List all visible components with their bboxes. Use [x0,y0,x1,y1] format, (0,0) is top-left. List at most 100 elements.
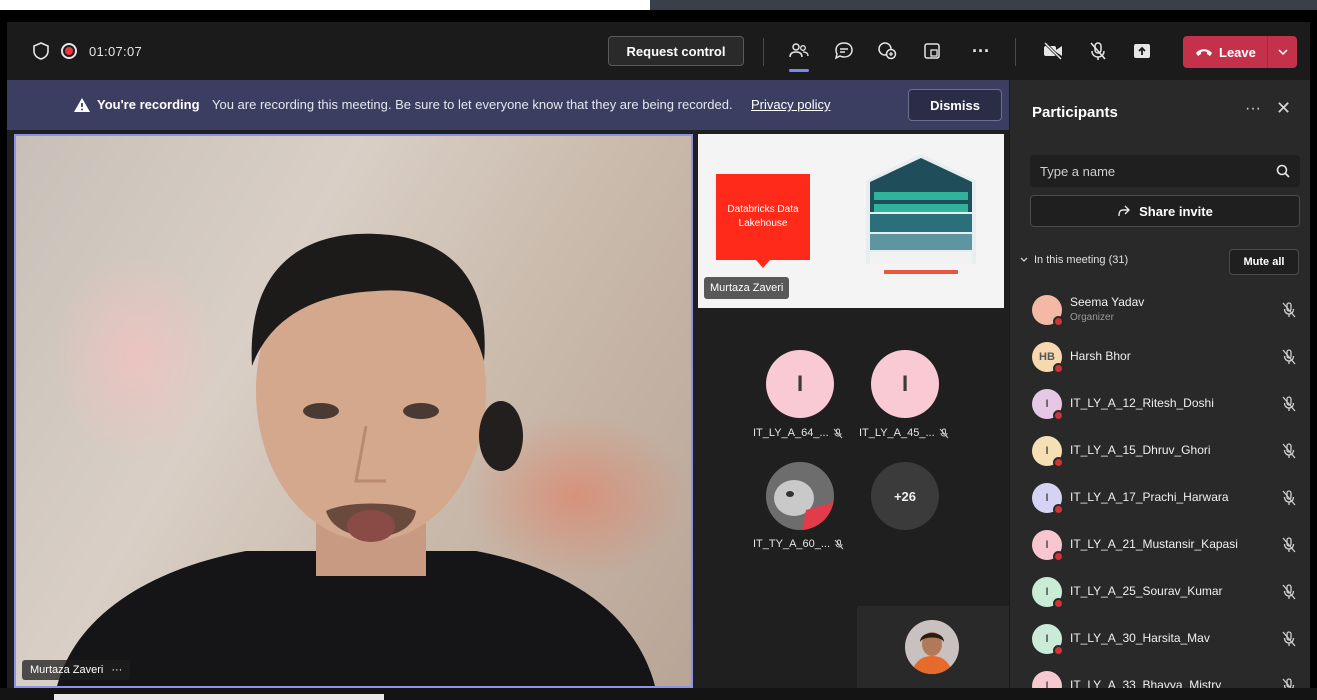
leave-label: Leave [1219,44,1256,60]
participant-row[interactable]: HB Harsh Bhor [1010,333,1311,380]
more-actions-icon[interactable]: ··· [967,37,995,65]
mic-off-icon[interactable] [1282,348,1296,365]
chevron-down-icon[interactable] [1268,49,1297,55]
in-meeting-section-header[interactable]: In this meeting (31) [1020,254,1128,266]
section-label: In this meeting (31) [1034,254,1129,266]
participant-avatar: I [1032,576,1064,609]
participant-tile-name: IT_LY_A_64_... [753,427,843,439]
reactions-icon[interactable] [873,37,901,65]
speaker-name-tag: Murtaza Zaveri ··· [22,660,131,680]
screen-edge-light [0,0,650,10]
people-icon[interactable] [785,37,813,72]
speaker-video-frame [57,233,655,686]
participant-initials: I [1045,444,1049,457]
screen-edge-bottom [0,688,1317,700]
banner-title: You're recording [97,97,200,112]
shared-content-owner: Murtaza Zaveri [704,277,790,299]
participant-row[interactable]: Seema Yadav Organizer [1010,286,1311,333]
status-badge [1053,503,1064,515]
participant-name: Seema Yadav [1070,295,1145,309]
mic-off-icon[interactable] [1084,37,1112,65]
participant-list: Seema Yadav Organizer HB Harsh Bhor I IT_LY_A… [1010,286,1311,700]
speaker-name: Murtaza Zaveri [30,664,104,676]
participant-row[interactable]: I IT_LY_A_25_Sourav_Kumar [1010,568,1311,615]
participant-initials: I [1045,632,1049,645]
recording-indicator-icon [61,43,77,59]
warning-icon [73,97,91,113]
participant-name: IT_LY_A_12_Ritesh_Doshi [1070,396,1214,410]
participant-row[interactable]: I IT_LY_A_21_Mustansir_Kapasi [1010,521,1311,568]
status-badge [1053,409,1064,421]
participant-tile-avatar[interactable]: I [871,350,939,418]
mic-off-icon[interactable] [1282,301,1296,318]
lakehouse-diagram [866,154,976,274]
shield-icon[interactable] [33,42,49,60]
participants-panel: Participants ··· ✕ Share invite In this … [1009,80,1310,700]
mic-off-icon[interactable] [1282,442,1296,459]
participant-avatar: I [1032,623,1064,656]
participant-row[interactable]: I IT_LY_A_15_Dhruv_Ghori [1010,427,1311,474]
recording-banner: You're recording You are recording this … [7,80,1009,130]
mic-off-icon [833,428,842,438]
chat-icon[interactable] [830,37,858,65]
self-avatar [905,620,959,674]
search-icon[interactable] [1276,164,1290,178]
mic-off-icon[interactable] [1282,583,1296,600]
participant-initials: I [1045,585,1049,598]
participant-row[interactable]: I IT_LY_A_12_Ritesh_Doshi [1010,380,1311,427]
share-invite-button[interactable]: Share invite [1030,195,1300,227]
leave-button[interactable]: Leave [1183,36,1297,68]
profile-photo-icon [905,620,959,674]
participant-avatar [1032,294,1064,327]
participant-search[interactable] [1030,155,1300,187]
panel-title: Participants [1032,104,1118,121]
participant-row[interactable]: I IT_LY_A_30_Harsita_Mav [1010,615,1311,662]
participant-tile-name: IT_TY_A_60_... [753,538,844,550]
share-icon [1118,205,1131,217]
meeting-timer: 01:07:07 [89,43,143,59]
request-control-button[interactable]: Request control [608,36,744,66]
status-badge [1053,362,1064,374]
more-participants-button[interactable]: +26 [871,462,939,530]
participant-avatar: I [1032,388,1064,421]
mic-off-icon[interactable] [1282,489,1296,506]
mic-off-icon[interactable] [1282,536,1296,553]
screen-edge-dark [650,0,1317,10]
share-screen-icon[interactable] [1128,37,1156,65]
rooms-icon[interactable] [918,37,946,65]
participant-initials: I [1045,538,1049,551]
privacy-policy-link[interactable]: Privacy policy [751,97,830,112]
participant-role: Organizer [1070,312,1114,323]
leave-main[interactable]: Leave [1183,45,1267,60]
meeting-status: 01:07:07 [7,42,142,60]
participant-name: IT_LY_A_25_Sourav_Kumar [1070,584,1223,598]
participant-name: IT_LY_A_17_Prachi_Harwara [1070,490,1229,504]
shared-content-tile[interactable]: Databricks Data Lakehouse Murtaza Zaveri [698,134,1004,308]
participant-initials: I [1045,397,1049,410]
mic-off-icon[interactable] [1282,630,1296,647]
teams-meeting-window: 01:07:07 Request control ··· Leave You'r… [7,22,1310,700]
participant-name: Harsh Bhor [1070,349,1131,363]
search-input[interactable] [1040,163,1276,179]
chevron-down-icon [1020,257,1028,262]
participant-initials: I [1045,491,1049,504]
participant-tile-avatar[interactable]: I [766,350,834,418]
close-icon[interactable]: ✕ [1276,98,1291,119]
participant-avatar: I [1032,435,1064,468]
share-invite-label: Share invite [1139,203,1213,219]
dismiss-button[interactable]: Dismiss [908,89,1002,121]
more-options-icon[interactable]: ··· [1245,100,1261,118]
mute-all-button[interactable]: Mute all [1229,249,1299,275]
participant-avatar: I [1032,482,1064,515]
status-badge [1053,550,1064,562]
camera-off-icon[interactable] [1039,37,1067,65]
screen-edge-strip [54,694,384,700]
participant-name: IT_LY_A_30_Harsita_Mav [1070,631,1210,645]
participant-tile-avatar[interactable] [766,462,834,530]
self-view-tile[interactable] [857,606,1009,688]
more-icon[interactable]: ··· [111,664,122,676]
participant-tile-label: IT_LY_A_64_... [753,427,829,439]
main-speaker-video[interactable]: Murtaza Zaveri ··· [14,134,693,688]
mic-off-icon[interactable] [1282,395,1296,412]
participant-row[interactable]: I IT_LY_A_17_Prachi_Harwara [1010,474,1311,521]
